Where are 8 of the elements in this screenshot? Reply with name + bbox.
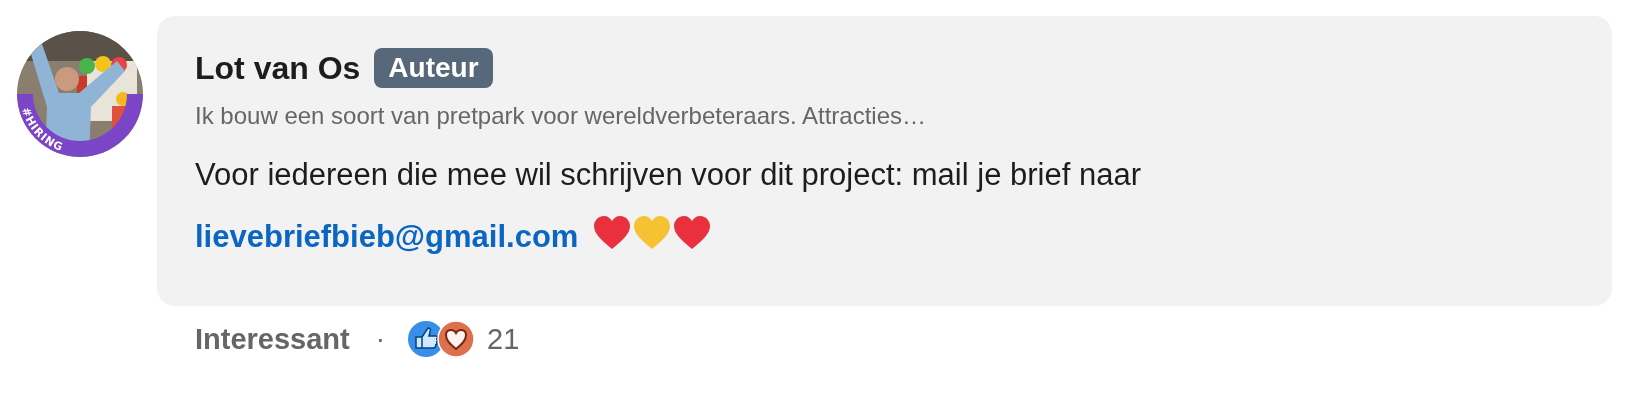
reaction-count[interactable]: 21 <box>487 322 520 356</box>
author-badge: Auteur <box>374 48 493 88</box>
separator-dot: · <box>375 323 386 355</box>
author-headline: Ik bouw een soort van pretpark voor wereldverbeteraars. Attracties… <box>195 102 927 130</box>
email-link[interactable]: lievebriefbieb@gmail.com <box>195 219 579 254</box>
comment-text: Voor iedereen die mee wil schrijven voor dit project: mail je brief naar <box>195 157 1141 192</box>
reaction-label[interactable]: Interessant <box>195 322 350 356</box>
author-name[interactable]: Lot van Os <box>195 49 361 87</box>
